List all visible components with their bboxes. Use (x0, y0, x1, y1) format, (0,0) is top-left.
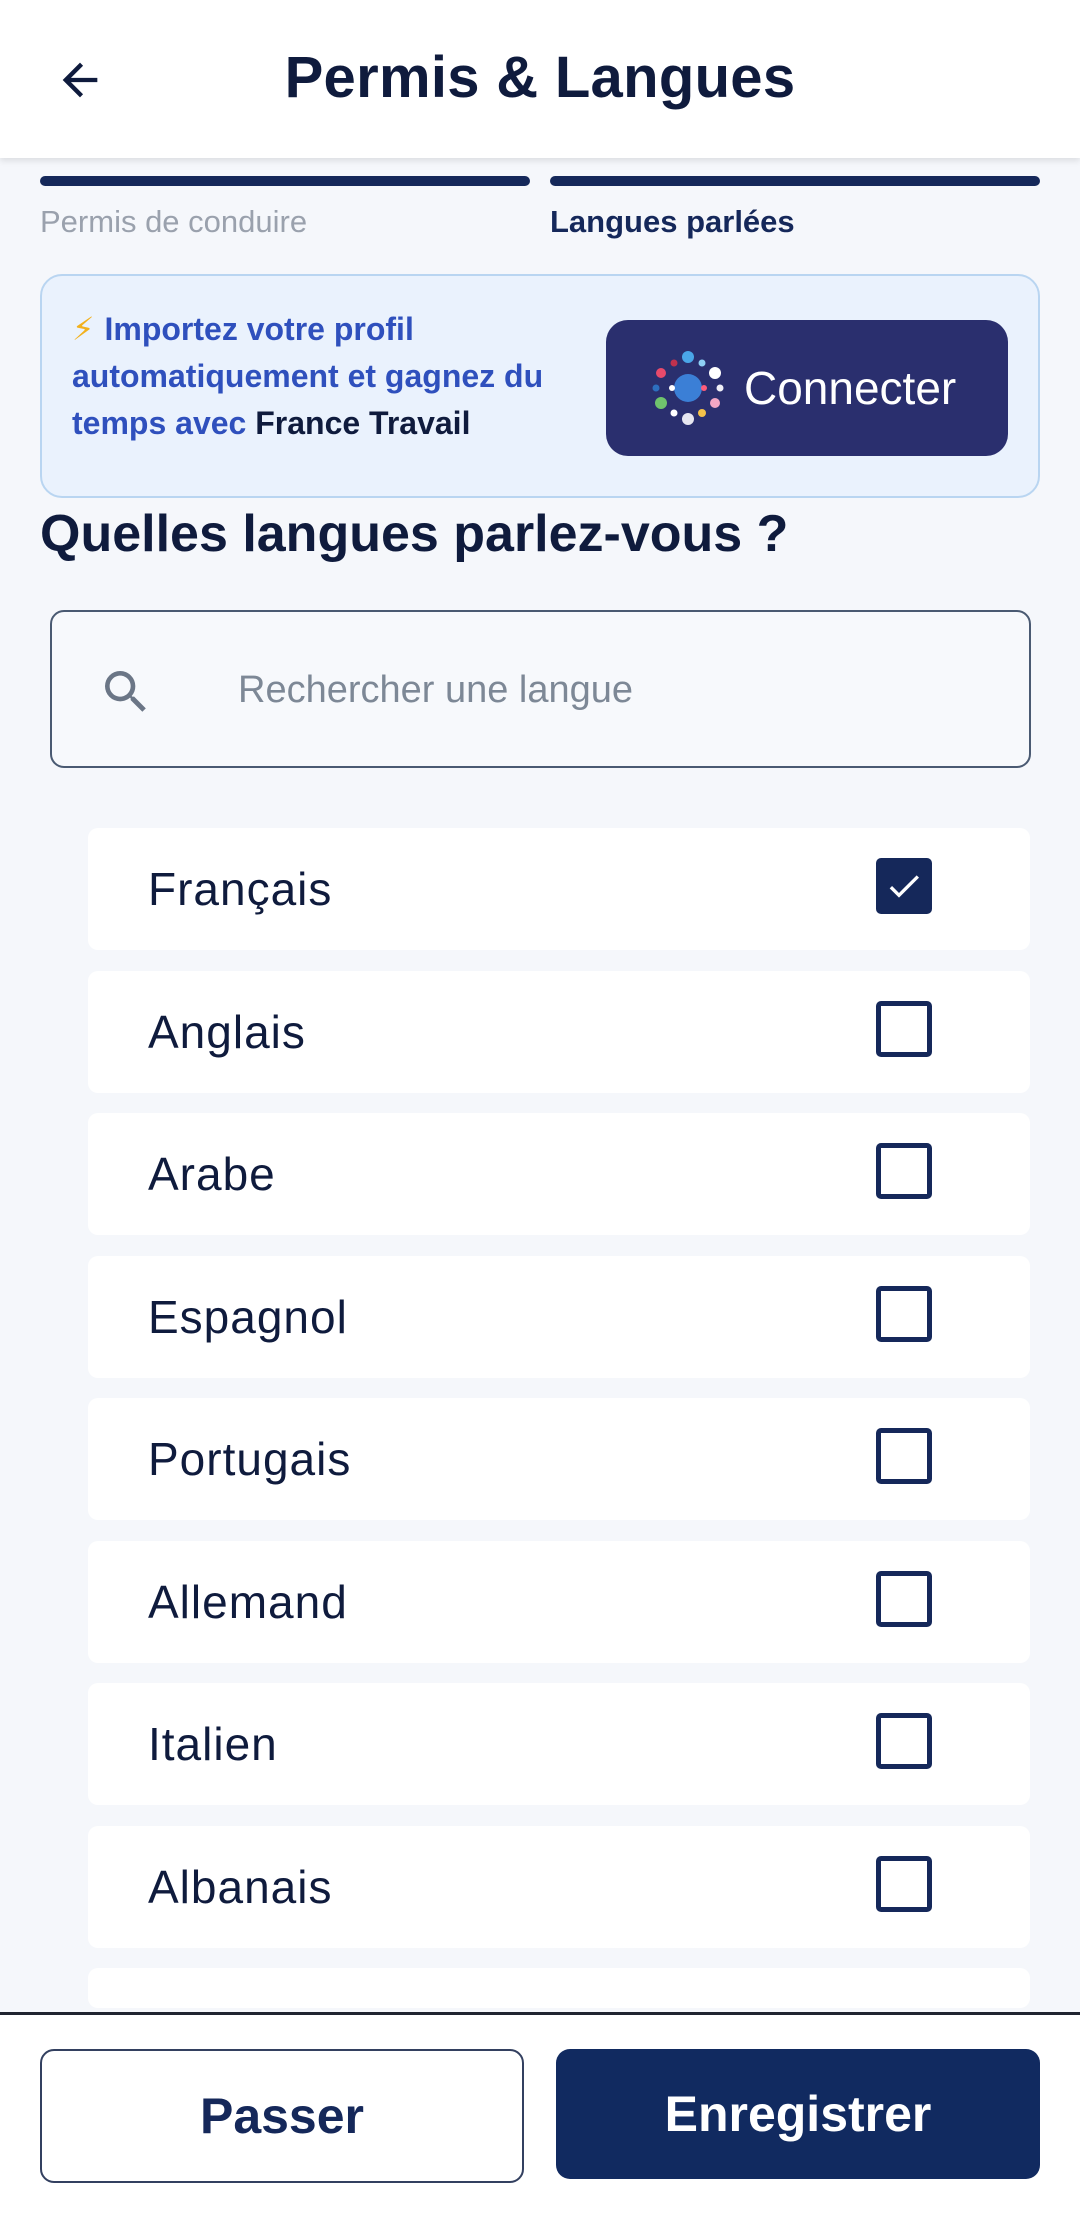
search-input[interactable] (238, 652, 998, 728)
step-label: Langues parlées (550, 204, 795, 239)
language-checkbox[interactable] (876, 1285, 932, 1342)
language-name: Espagnol (148, 1290, 348, 1343)
language-name: Allemand (148, 1575, 348, 1628)
step-bar (550, 176, 1040, 186)
france-travail-logo-icon (652, 351, 724, 425)
step-bar (40, 176, 530, 186)
search-icon (105, 671, 146, 712)
language-row-espagnol[interactable]: Espagnol (88, 1255, 1030, 1378)
skip-button[interactable]: Passer (40, 2049, 524, 2183)
language-checkbox[interactable] (876, 1428, 932, 1484)
language-row-anglais[interactable]: Anglais (88, 970, 1030, 1093)
language-row-arabe[interactable]: Arabe (88, 1113, 1030, 1235)
language-checkbox[interactable] (876, 1713, 932, 1769)
language-checkbox[interactable] (876, 1143, 932, 1199)
import-profile-banner: ⚡ Importez votre profil automatiquement e… (40, 274, 1040, 498)
language-row-allemand[interactable]: Allemand (88, 1540, 1030, 1663)
connect-label: Connecter (744, 362, 957, 414)
page-title: Permis & Langues (284, 45, 796, 110)
language-name: Italien (148, 1718, 278, 1770)
step-languages: Langues parlées (550, 176, 1040, 240)
step-label: Permis de conduire (40, 204, 308, 239)
language-row-francais[interactable]: Français (88, 828, 1030, 950)
app-screen: Permis & Langues Permis de conduire Lang… (0, 0, 1080, 2214)
lightning-icon: ⚡ (72, 311, 95, 347)
language-name: Anglais (148, 1005, 306, 1058)
language-checkbox[interactable] (876, 1000, 932, 1057)
language-row-portugais[interactable]: Portugais (88, 1398, 1030, 1520)
language-row-italien[interactable]: Italien (88, 1683, 1030, 1805)
banner-brand: France Travail (255, 405, 471, 441)
language-name: Albanais (148, 1860, 333, 1913)
step-driving-license[interactable]: Permis de conduire (40, 176, 530, 240)
bottom-action-bar: Passer Enregistrer (0, 2012, 1080, 2214)
connect-button[interactable]: Connecter (606, 320, 1008, 456)
language-row-albanais[interactable]: Albanais (88, 1825, 1030, 1948)
language-row-next[interactable] (88, 1968, 1030, 2008)
progress-stepper: Permis de conduire Langues parlées (40, 176, 1040, 246)
language-checkbox[interactable] (876, 1855, 932, 1912)
section-question: Quelles langues parlez-vous ? (40, 505, 789, 563)
language-checkbox[interactable] (876, 858, 932, 914)
language-search[interactable] (50, 610, 1031, 768)
language-list: Français Anglais Arabe Espagnol Portugai… (88, 828, 1030, 2008)
check-icon (889, 875, 919, 898)
banner-text: ⚡ Importez votre profil automatiquement e… (72, 306, 592, 447)
language-name: Arabe (148, 1148, 276, 1200)
language-checkbox[interactable] (876, 1570, 932, 1627)
save-button[interactable]: Enregistrer (556, 2049, 1040, 2179)
top-app-bar: Permis & Langues (0, 0, 1080, 158)
language-name: Portugais (148, 1433, 352, 1485)
language-name: Français (148, 863, 333, 915)
